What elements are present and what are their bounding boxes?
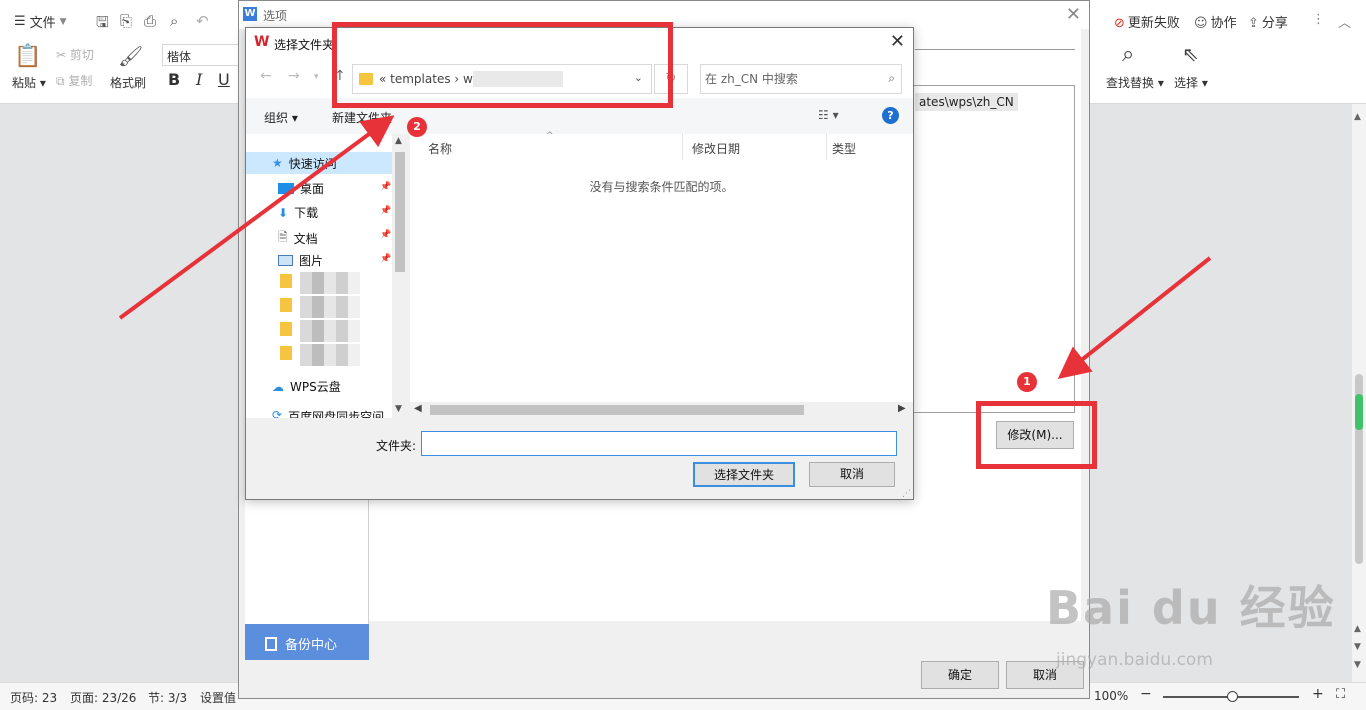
arrow-to-address-bar xyxy=(118,115,395,320)
baidu-watermark: Bai du 经验 xyxy=(1046,581,1336,635)
arrow-to-modify xyxy=(1057,256,1212,379)
baidu-watermark-url: jingyan.baidu.com xyxy=(1056,650,1213,670)
